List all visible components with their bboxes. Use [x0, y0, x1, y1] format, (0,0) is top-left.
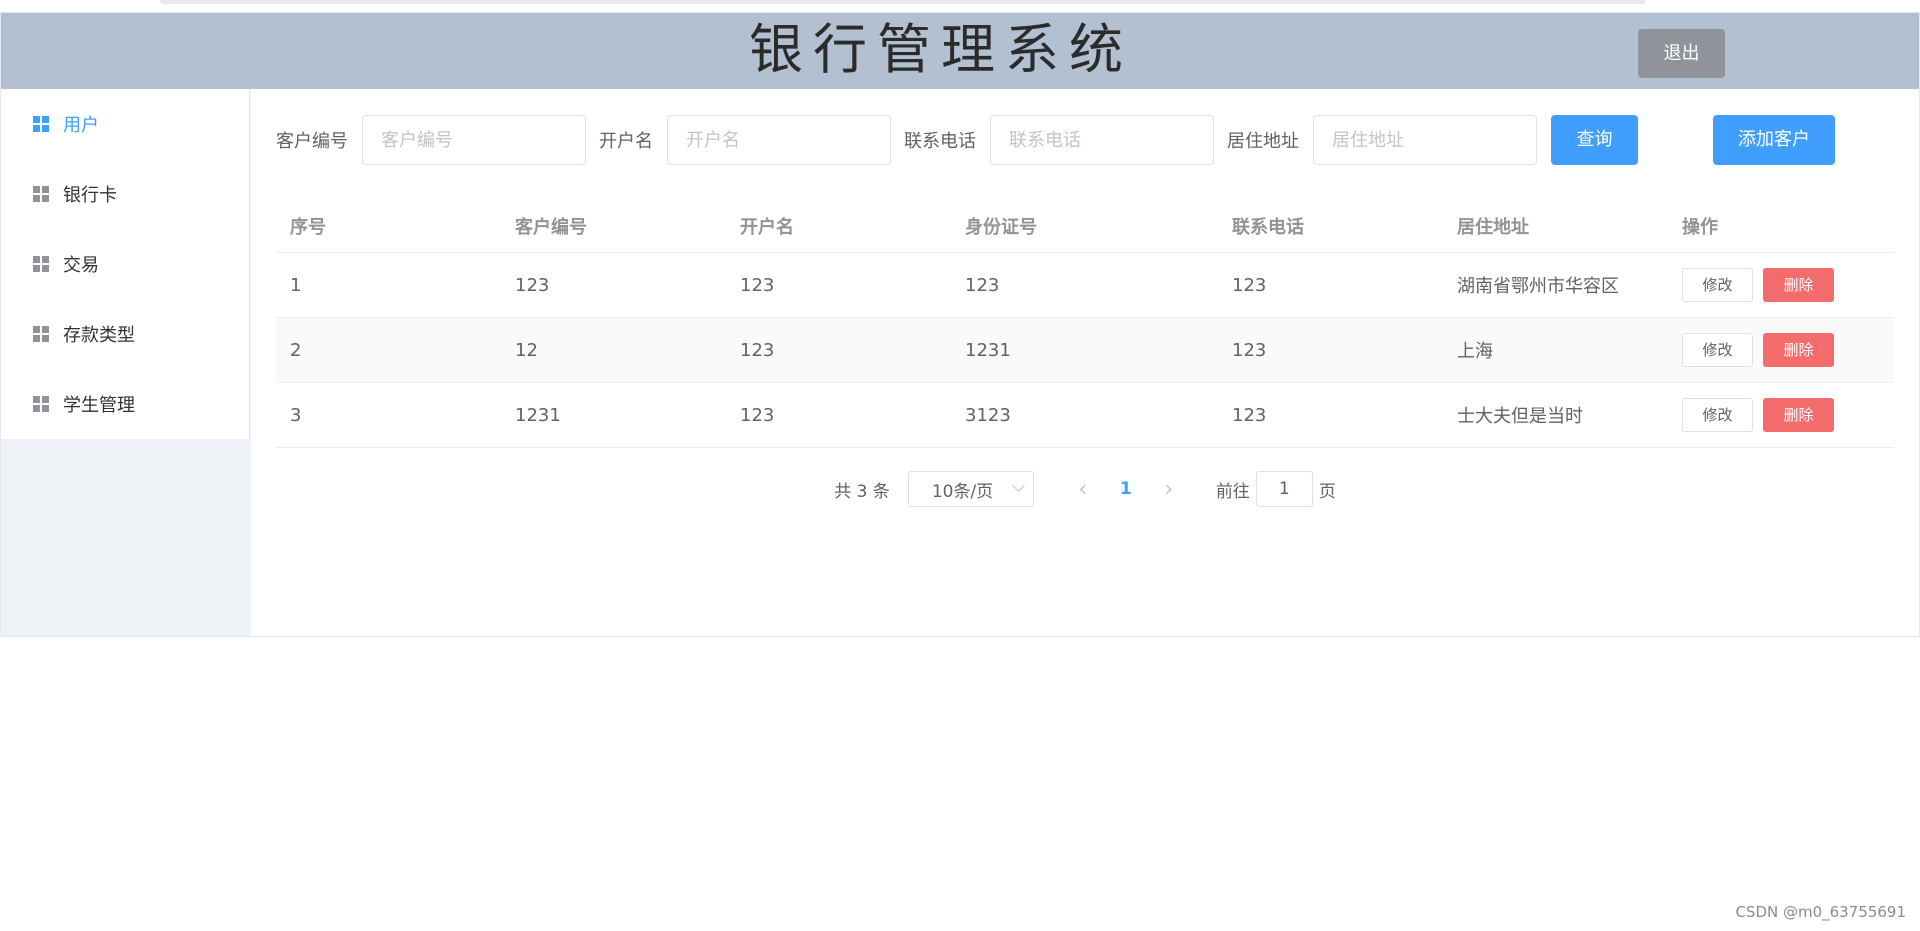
address-input[interactable]	[1313, 115, 1537, 165]
edit-button[interactable]: 修改	[1682, 333, 1753, 367]
phone-input[interactable]	[990, 115, 1214, 165]
sidebar-item-users[interactable]: 用户	[1, 89, 249, 159]
page-size-value: 10条/页	[931, 481, 994, 502]
sidebar-item-label: 交易	[63, 255, 99, 276]
grid-icon	[33, 186, 49, 202]
table-cell: 123	[740, 274, 775, 296]
table-cell: 123	[1232, 274, 1267, 296]
account-name-input[interactable]	[667, 115, 891, 165]
table-header-row: 序号 客户编号 开户名 身份证号 联系电话 居住地址 操作	[276, 199, 1894, 253]
app-container: 银行管理系统 退出 用户 银行卡 交易 存款类型 学生管理 客户编号 客户编号 …	[0, 12, 1920, 637]
chevron-down-icon	[1011, 479, 1025, 492]
row-actions: 修改 删除	[1668, 268, 1894, 302]
column-header: 开户名	[740, 216, 794, 238]
row-actions: 修改 删除	[1668, 333, 1894, 367]
table-cell: 123	[1232, 339, 1267, 361]
query-button[interactable]: 查询	[1551, 115, 1638, 165]
column-header: 序号	[290, 216, 326, 238]
browser-top-bar	[160, 0, 1646, 4]
customer-table: 序号 客户编号 开户名 身份证号 联系电话 居住地址 操作 1 123 123 …	[276, 199, 1894, 448]
customer-id-input[interactable]	[362, 115, 586, 165]
table-cell: 1	[290, 274, 302, 296]
table-cell: 123	[965, 274, 1000, 296]
prev-page-button[interactable]: ‹	[1060, 471, 1106, 507]
page-title: 银行管理系统	[749, 18, 1133, 81]
table-cell: 123	[740, 404, 775, 426]
delete-button[interactable]: 删除	[1763, 333, 1834, 367]
sidebar-item-bank-cards[interactable]: 银行卡	[1, 159, 249, 229]
table-cell: 1231	[515, 404, 561, 426]
jump-prefix-label: 前往	[1215, 481, 1250, 502]
edit-button[interactable]: 修改	[1682, 398, 1753, 432]
table-cell: 3	[290, 404, 302, 426]
edit-button[interactable]: 修改	[1682, 268, 1753, 302]
column-header: 操作	[1682, 216, 1718, 238]
delete-button[interactable]: 删除	[1763, 398, 1834, 432]
table-row: 2 12 123 1231 123 上海 修改 删除	[276, 318, 1894, 383]
column-header: 联系电话	[1232, 216, 1304, 238]
sidebar-item-deposit-types[interactable]: 存款类型	[1, 299, 249, 369]
grid-icon	[33, 116, 49, 132]
header: 银行管理系统 退出	[1, 13, 1919, 89]
table-cell: 士大夫但是当时	[1457, 406, 1583, 427]
add-customer-button[interactable]: 添加客户	[1713, 115, 1835, 165]
table-cell: 123	[1232, 404, 1267, 426]
logout-button[interactable]: 退出	[1638, 29, 1725, 78]
pagination-total: 共 3 条	[834, 481, 890, 502]
grid-icon	[33, 326, 49, 342]
sidebar-item-label: 银行卡	[63, 185, 117, 206]
table-cell: 3123	[965, 404, 1011, 426]
customer-id-label: 客户编号	[276, 131, 348, 152]
sidebar: 用户 银行卡 交易 存款类型 学生管理	[1, 89, 251, 636]
sidebar-menu: 用户 银行卡 交易 存款类型 学生管理	[1, 89, 250, 439]
grid-icon	[33, 256, 49, 272]
table-cell: 12	[515, 339, 538, 361]
page-jump-input[interactable]	[1255, 471, 1313, 507]
table-cell: 123	[515, 274, 550, 296]
watermark: CSDN @m0_63755691	[1735, 903, 1906, 921]
sidebar-item-student-management[interactable]: 学生管理	[1, 369, 249, 439]
table-cell: 123	[740, 339, 775, 361]
search-form: 客户编号 开户名 联系电话 居住地址 查询 添加客户	[276, 115, 1835, 165]
table-cell: 1231	[965, 339, 1011, 361]
delete-button[interactable]: 删除	[1763, 268, 1834, 302]
address-label: 居住地址	[1227, 131, 1299, 152]
grid-icon	[33, 396, 49, 412]
next-page-button[interactable]: ›	[1146, 471, 1192, 507]
table-row: 1 123 123 123 123 湖南省鄂州市华容区 修改 删除	[276, 253, 1894, 318]
sidebar-item-label: 用户	[63, 115, 99, 136]
page-number-current[interactable]: 1	[1106, 471, 1146, 507]
sidebar-item-label: 学生管理	[63, 395, 135, 416]
main-content: 客户编号 开户名 联系电话 居住地址 查询 添加客户 序号 客户编号 开户名 身…	[251, 89, 1919, 636]
sidebar-item-label: 存款类型	[63, 325, 135, 346]
table-row: 3 1231 123 3123 123 士大夫但是当时 修改 删除	[276, 383, 1894, 448]
column-header: 身份证号	[965, 216, 1037, 238]
pagination: 共 3 条 10条/页 ‹ 1 › 前往 页	[251, 471, 1919, 507]
sidebar-item-transactions[interactable]: 交易	[1, 229, 249, 299]
jump-suffix-label: 页	[1318, 481, 1336, 502]
page-size-select[interactable]: 10条/页	[907, 471, 1034, 507]
account-name-label: 开户名	[599, 131, 653, 152]
column-header: 居住地址	[1457, 216, 1529, 238]
table-cell: 2	[290, 339, 302, 361]
table-cell: 湖南省鄂州市华容区	[1457, 276, 1619, 297]
phone-label: 联系电话	[904, 131, 976, 152]
row-actions: 修改 删除	[1668, 398, 1894, 432]
table-cell: 上海	[1457, 341, 1493, 362]
column-header: 客户编号	[515, 216, 587, 238]
